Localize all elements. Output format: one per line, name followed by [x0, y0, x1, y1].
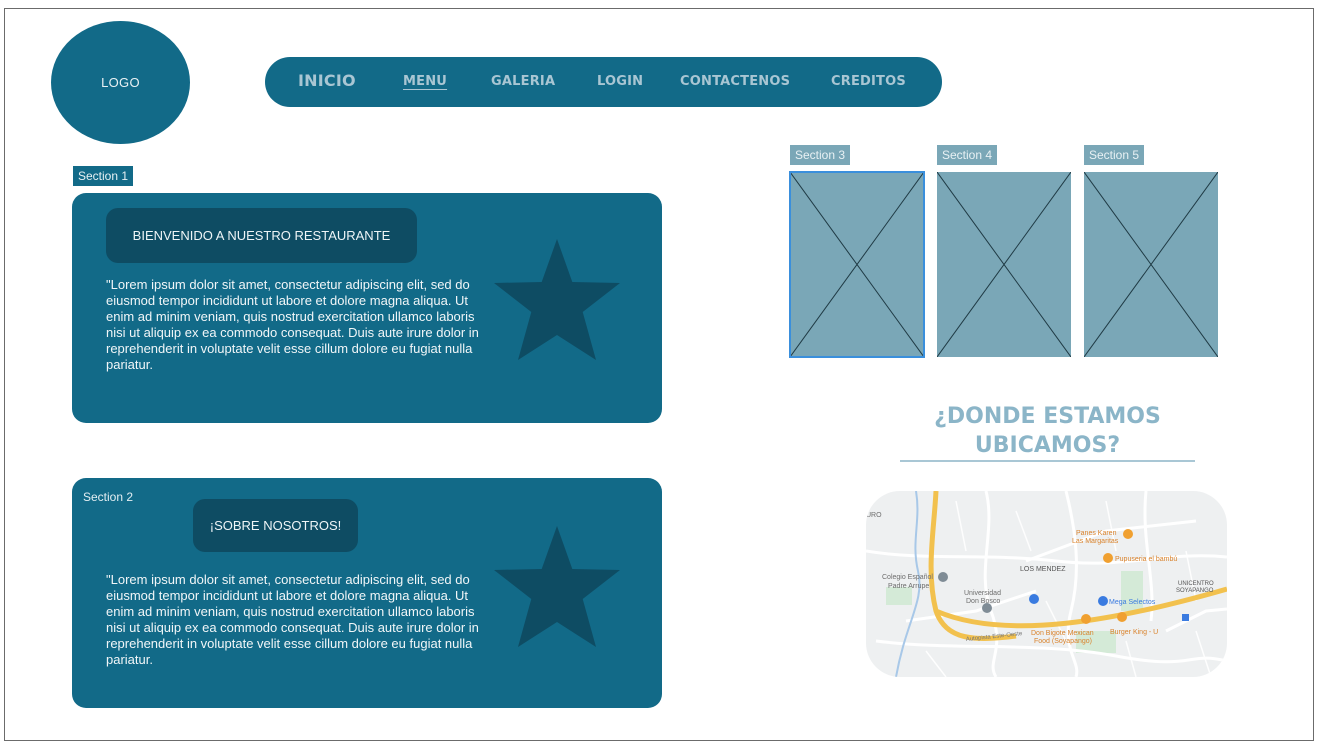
nav-item-menu[interactable]: MENU [403, 57, 447, 107]
location-heading-line1: ¿DONDE ESTAMOS [934, 404, 1161, 429]
map-label: Food (Soyapango) [1034, 638, 1092, 645]
map-label: SOYAPANGO [1176, 588, 1214, 594]
gallery-image-section-3[interactable] [789, 171, 925, 358]
location-map[interactable]: URO Colegio Español Padre Arrupe Univers… [866, 491, 1227, 677]
logo-label: LOGO [101, 75, 140, 90]
map-label: Burger King - U [1110, 629, 1158, 636]
section-tag: Section 5 [1084, 145, 1145, 165]
location-heading: ¿DONDE ESTAMOS UBICAMOS? [900, 402, 1195, 460]
map-label: Mega Selectos [1109, 599, 1156, 606]
nav-label: LOGIN [597, 74, 644, 89]
star-icon [494, 239, 620, 360]
nav-label: GALERIA [491, 74, 556, 89]
map-label: Las Margaritas [1072, 538, 1119, 545]
section2-title[interactable]: ¡SOBRE NOSOTROS! [193, 499, 358, 552]
gallery-image-section-4[interactable] [937, 172, 1071, 357]
nav-label: CONTACTENOS [680, 74, 791, 89]
map-label: LOS MENDEZ [1020, 566, 1066, 573]
nav-label: MENU [403, 74, 448, 89]
section1-title[interactable]: BIENVENIDO A NUESTRO RESTAURANTE [106, 208, 417, 263]
logo[interactable]: LOGO [51, 21, 190, 144]
image-placeholder-icon [1084, 172, 1218, 357]
image-placeholder-icon [937, 172, 1071, 357]
map-label: UNICENTRO [1178, 581, 1214, 587]
nav-label: INICIO [298, 71, 356, 90]
nav-item-inicio[interactable]: INICIO [298, 57, 356, 107]
section-tag: Section 3 [790, 145, 851, 165]
section1-card: BIENVENIDO A NUESTRO RESTAURANTE "Lorem … [72, 193, 662, 423]
section-tag: Section 2 [78, 487, 139, 507]
map-label: Padre Arrupe [888, 583, 929, 590]
map-label: Don Bigote Mexican [1031, 630, 1094, 637]
map-label: Don Bosco [966, 598, 1000, 605]
section2-card: Section 2 ¡SOBRE NOSOTROS! "Lorem ipsum … [72, 478, 662, 708]
nav-item-creditos[interactable]: CREDITOS [831, 57, 906, 107]
main-nav: INICIO MENU GALERIA LOGIN CONTACTENOS CR… [265, 57, 942, 107]
image-placeholder-icon [790, 172, 924, 357]
map-label: Universidad [964, 590, 1001, 597]
map-label: Colegio Español [882, 574, 933, 581]
star-icon [494, 526, 620, 647]
heading-divider [900, 460, 1195, 462]
location-heading-line2: UBICAMOS? [974, 433, 1121, 458]
map-label: Pupuseria el bambú [1115, 556, 1177, 563]
nav-item-galeria[interactable]: GALERIA [491, 57, 555, 107]
nav-item-login[interactable]: LOGIN [597, 57, 643, 107]
map-graphic: URO Colegio Español Padre Arrupe Univers… [866, 491, 1227, 677]
nav-label: CREDITOS [831, 74, 906, 89]
gallery-image-section-5[interactable] [1084, 172, 1218, 357]
section-tag: Section 1 [73, 166, 134, 186]
section-tag: Section 4 [937, 145, 998, 165]
section1-text: "Lorem ipsum dolor sit amet, consectetur… [106, 277, 479, 372]
map-label: URO [866, 512, 882, 519]
section2-text: "Lorem ipsum dolor sit amet, consectetur… [106, 572, 479, 667]
nav-item-contactenos[interactable]: CONTACTENOS [680, 57, 790, 107]
map-label: Panes Karen [1076, 530, 1117, 537]
